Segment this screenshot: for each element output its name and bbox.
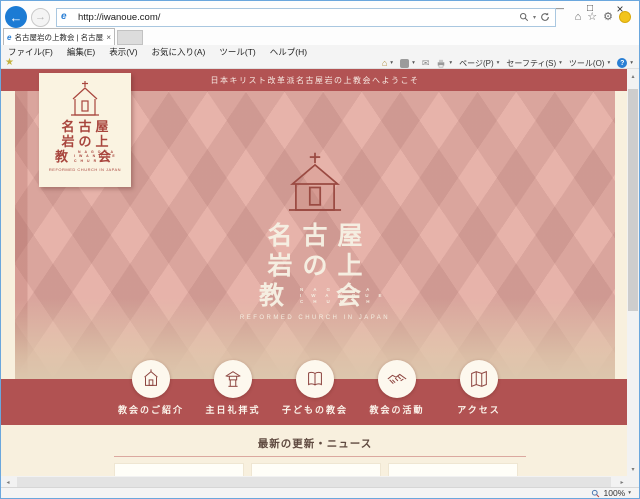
navigation-row: ← → e http://iwanoue.com/ ▾ <box>5 6 556 28</box>
menu-edit[interactable]: 編集(E) <box>60 46 102 58</box>
news-card[interactable] <box>388 463 518 476</box>
cmd-safety-button[interactable]: セーフティ(S) <box>506 58 556 69</box>
cmd-print-caret-icon[interactable]: ▾ <box>449 60 452 66</box>
browser-window: — □ × ← → e http://iwanoue.com/ ▾ ⌂ <box>0 0 640 499</box>
hero-line2: 岩の上 <box>1 251 629 281</box>
page-favicon-icon: e <box>61 11 73 23</box>
address-bar[interactable]: e http://iwanoue.com/ ▾ <box>56 8 556 27</box>
logo-line1: 名古屋 <box>39 119 131 134</box>
logo-mini-text: NAGOYA IWANOUE CHURCH <box>74 150 96 163</box>
cmd-tools-button[interactable]: ツール(O) <box>569 58 605 69</box>
hero-line3-right: 会 <box>336 281 371 311</box>
cmd-safety-caret-icon: ▾ <box>559 60 562 66</box>
zoom-level-text: 100% <box>603 488 625 498</box>
cmd-page-caret-icon: ▾ <box>497 60 500 66</box>
news-card[interactable] <box>114 463 244 476</box>
cmd-help-icon[interactable]: ? <box>617 58 627 68</box>
church-logo-icon <box>65 79 105 119</box>
cmd-tools-caret-icon: ▾ <box>607 60 610 66</box>
menu-file[interactable]: ファイル(F) <box>1 46 60 58</box>
menu-favorites[interactable]: お気に入り(A) <box>145 46 213 58</box>
cmd-help-caret-icon: ▾ <box>630 60 633 66</box>
horizontal-scrollbar-thumb[interactable] <box>17 477 611 487</box>
worship-icon <box>222 368 244 390</box>
welcome-banner-text: 日本キリスト改革派名古屋岩の上教会へようこそ <box>211 75 420 86</box>
logo-line3: 教 NAGOYA IWANOUE CHURCH 会 <box>39 149 131 164</box>
forward-button[interactable]: → <box>31 8 50 27</box>
cmd-feeds-icon[interactable] <box>400 59 409 68</box>
favorites-bar-star-icon[interactable]: ★ <box>5 58 14 68</box>
menu-view[interactable]: 表示(V) <box>102 46 144 58</box>
menu-help[interactable]: ヘルプ(H) <box>263 46 314 58</box>
church-icon <box>140 368 162 390</box>
search-dropdown-icon[interactable]: ▾ <box>533 14 536 21</box>
cmd-mail-icon[interactable]: ✉ <box>422 58 430 68</box>
hero-line3-left: 教 <box>259 281 294 311</box>
logo-caption: REFORMED CHURCH IN JAPAN <box>39 167 131 172</box>
children-church-icon <box>304 368 326 390</box>
map-icon <box>468 368 490 390</box>
site-logo-card[interactable]: 名古屋 岩の上 教 NAGOYA IWANOUE CHURCH 会 REFORM… <box>39 73 131 187</box>
window-controls: — □ × <box>545 1 635 16</box>
back-button[interactable]: ← <box>5 6 27 28</box>
cmd-page-button[interactable]: ページ(P) <box>459 58 494 69</box>
nav-children-button[interactable] <box>296 360 334 398</box>
hero-line1: 名古屋 <box>1 221 629 251</box>
nav-worship-button[interactable] <box>214 360 252 398</box>
zoom-magnifier-icon <box>591 489 600 498</box>
news-heading: 最新の更新・ニュース <box>1 425 629 451</box>
news-divider <box>114 456 526 457</box>
nav-about-button[interactable] <box>132 360 170 398</box>
close-icon[interactable]: × <box>605 1 635 16</box>
cmd-print-icon[interactable] <box>436 59 446 68</box>
nav-access-button[interactable] <box>460 360 498 398</box>
cmd-feeds-caret-icon[interactable]: ▾ <box>412 60 415 66</box>
logo-line3-right: 会 <box>98 149 115 164</box>
logo-line3-left: 教 <box>55 149 72 164</box>
new-tab-button[interactable] <box>117 30 143 45</box>
hero-mini-text: NAGOYA IWANOUE CHURCH <box>300 287 330 305</box>
nav-access-label[interactable]: アクセス <box>429 403 529 416</box>
status-bar: 100% ▾ <box>1 487 639 498</box>
cmd-home-icon[interactable]: ⌂ <box>382 58 387 68</box>
nav-activity-button[interactable] <box>378 360 416 398</box>
scroll-down-icon[interactable]: ▾ <box>627 462 639 476</box>
tab-favicon-icon: e <box>7 33 11 42</box>
zoom-caret-icon[interactable]: ▾ <box>628 490 631 496</box>
vertical-scrollbar-thumb[interactable] <box>628 89 638 311</box>
cmd-home-caret-icon[interactable]: ▾ <box>390 60 393 66</box>
hero-caption: REFORMED CHURCH IN JAPAN <box>1 315 629 321</box>
zoom-control[interactable]: 100% ▾ <box>591 488 639 498</box>
minimize-icon[interactable]: — <box>545 1 575 16</box>
page-viewport: 日本キリスト改革派名古屋岩の上教会へようこそ 名古屋 岩の上 教 NAGOYA … <box>1 69 629 476</box>
maximize-icon[interactable]: □ <box>575 1 605 16</box>
scroll-up-icon[interactable]: ▴ <box>627 69 639 83</box>
menu-tools[interactable]: ツール(T) <box>212 46 262 58</box>
tab-close-icon[interactable]: × <box>106 33 111 42</box>
handshake-icon <box>386 368 408 390</box>
hero-line3: 教 NAGOYA IWANOUE CHURCH 会 <box>1 281 629 311</box>
news-card[interactable] <box>251 463 381 476</box>
active-tab[interactable]: e 名古屋岩の上教会 | 名古屋... × <box>3 28 115 45</box>
command-bar-buttons: ⌂ ▾ ▾ ✉ ▾ ページ(P) ▾ セーフティ(S) ▾ ツール(O) ▾ ?… <box>382 58 639 69</box>
search-icon[interactable] <box>519 12 529 22</box>
tab-title: 名古屋岩の上教会 | 名古屋... <box>14 32 104 43</box>
vertical-scrollbar[interactable]: ▴ ▾ <box>627 69 639 476</box>
url-text[interactable]: http://iwanoue.com/ <box>78 12 514 23</box>
logo-line2: 岩の上 <box>39 134 131 149</box>
menu-bar: ファイル(F) 編集(E) 表示(V) お気に入り(A) ツール(T) ヘルプ(… <box>1 45 639 58</box>
news-section: 最新の更新・ニュース <box>1 425 629 476</box>
tab-bar: e 名古屋岩の上教会 | 名古屋... × <box>1 28 639 45</box>
command-bar: ★ ⌂ ▾ ▾ ✉ ▾ ページ(P) ▾ セーフティ(S) ▾ ツール(O) ▾… <box>1 58 639 69</box>
hero-church-icon <box>280 151 350 217</box>
